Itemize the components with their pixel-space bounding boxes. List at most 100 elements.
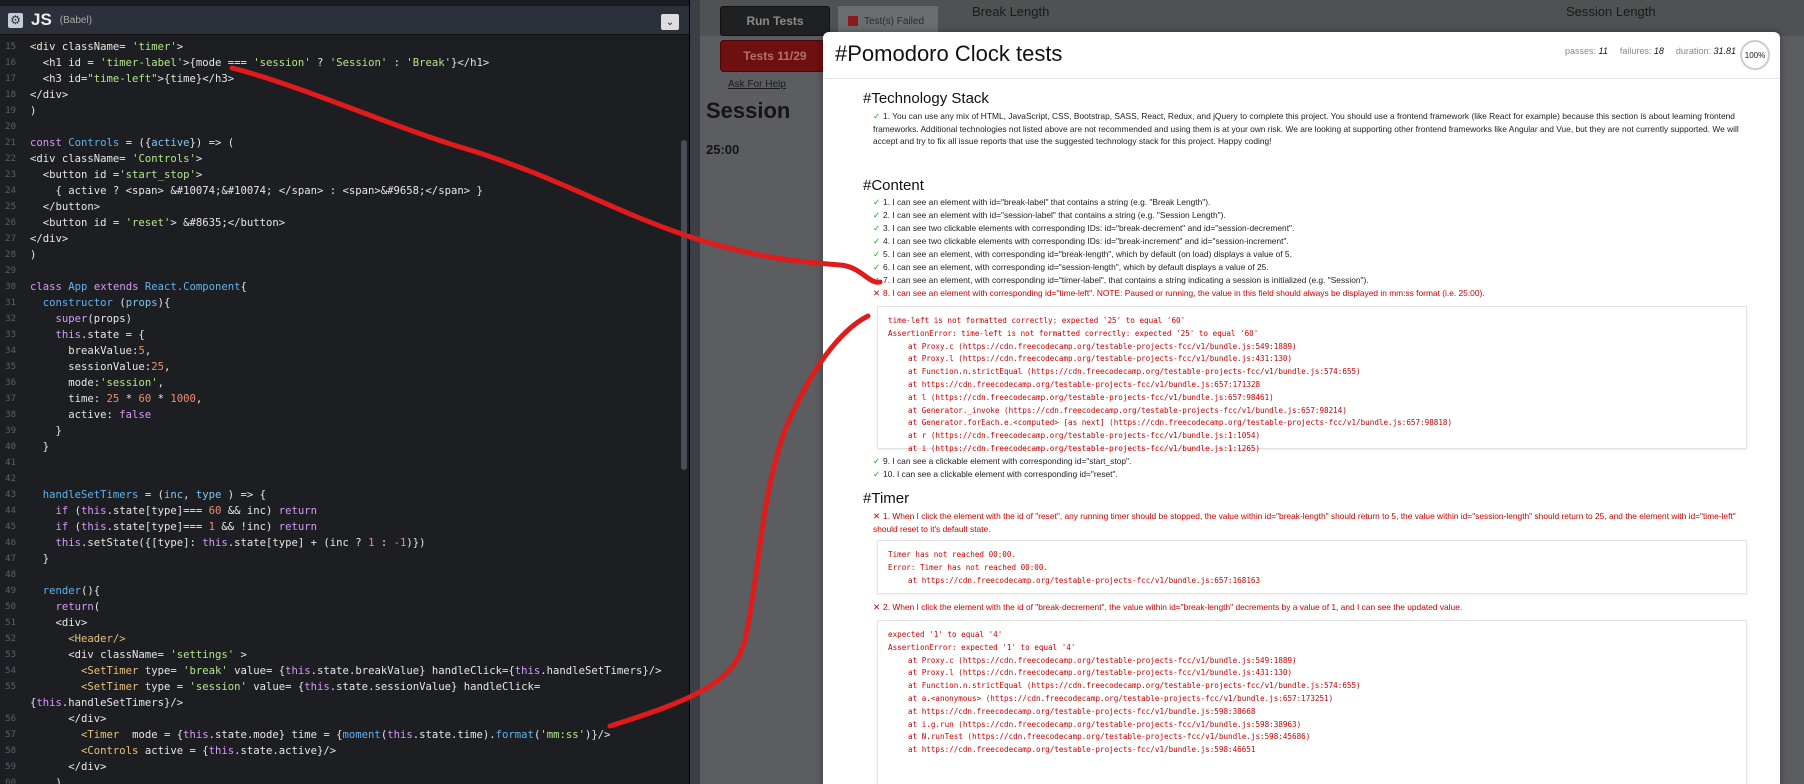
error-line: at https://cdn.freecodecamp.org/testable…: [908, 575, 1261, 585]
error-line: at Generator._invoke (https://cdn.freeco…: [908, 405, 1347, 415]
code-line[interactable]: 40 }: [0, 439, 682, 455]
code-line[interactable]: 17 <h3 id="time-left">{time}</h3>: [0, 71, 682, 87]
code-text: sessionValue:25,: [30, 361, 171, 373]
code-line[interactable]: 33 this.state = {: [0, 327, 682, 343]
test-results-modal[interactable]: #Pomodoro Clock tests passes: 11 failure…: [823, 32, 1780, 784]
code-line[interactable]: 22 <div className= 'Controls'>: [0, 151, 682, 167]
line-number: 41: [5, 458, 16, 468]
code-line[interactable]: 55 <SetTimer type = 'session' value= {th…: [0, 679, 682, 695]
line-number: 52: [5, 634, 16, 644]
code-text: const Controls = ({active}) => (: [30, 137, 235, 149]
code-text: if (this.state[type]=== 1 && !inc) retur…: [55, 521, 318, 533]
code-line[interactable]: 20: [0, 119, 682, 135]
editor-language-title: JS: [31, 10, 52, 29]
line-number: 50: [5, 602, 16, 612]
code-text: <SetTimer type = 'session' value= {this.…: [81, 681, 541, 693]
code-line[interactable]: 27 </div>: [0, 231, 682, 247]
error-line: at N.runTest (https://cdn.freecodecamp.o…: [908, 732, 1311, 742]
duration-stat: duration: 31.81: [1675, 46, 1736, 56]
line-number: 60: [5, 778, 16, 784]
code-line[interactable]: 43 handleSetTimers = (inc, type ) => {: [0, 487, 682, 503]
code-line[interactable]: 21 const Controls = ({active}) => (: [0, 135, 682, 151]
code-line[interactable]: 24 { active ? <span> &#10074;&#10074; </…: [0, 183, 682, 199]
code-line[interactable]: 58 <Controls active = {this.state.active…: [0, 743, 682, 759]
code-line[interactable]: 36 mode:'session',: [0, 375, 682, 391]
code-text: constructor (props){: [42, 297, 171, 309]
line-number: 45: [5, 522, 16, 532]
code-line[interactable]: 31 constructor (props){: [0, 295, 682, 311]
tests-count-button[interactable]: Tests 11/29: [720, 40, 830, 72]
test-item-pass: ✓ 5. I can see an element, with correspon…: [873, 249, 1292, 259]
code-line[interactable]: 45 if (this.state[type]=== 1 && !inc) re…: [0, 519, 682, 535]
modal-header: #Pomodoro Clock tests passes: 11 failure…: [823, 32, 1780, 79]
code-line[interactable]: 51 <div>: [0, 615, 682, 631]
code-line[interactable]: 54 <SetTimer type= 'break' value= {this.…: [0, 663, 682, 679]
gear-icon[interactable]: ⚙: [8, 12, 23, 28]
code-line[interactable]: 38 active: false: [0, 407, 682, 423]
code-line[interactable]: 19): [0, 103, 682, 119]
pane-divider[interactable]: [690, 0, 700, 784]
break-label: Break Length: [972, 4, 1050, 19]
code-line[interactable]: 23 <button id ='start_stop'>: [0, 167, 682, 183]
line-number: 37: [5, 394, 16, 404]
code-line[interactable]: 15 <div className= 'timer'>: [0, 39, 682, 55]
code-line[interactable]: 60 ): [0, 775, 682, 784]
error-line: Error: Timer has not reached 00:00.: [888, 562, 1049, 572]
error-stack-box: expected '1' to equal '4' AssertionError:…: [877, 620, 1747, 784]
line-number: 36: [5, 378, 16, 388]
code-line[interactable]: 53 <div className= 'settings' >: [0, 647, 682, 663]
code-line[interactable]: 52 <Header/>: [0, 631, 682, 647]
code-text: </div>: [30, 713, 107, 725]
error-line: at https://cdn.freecodecamp.org/testable…: [908, 706, 1256, 716]
code-line[interactable]: 30 class App extends React.Component{: [0, 279, 682, 295]
code-line[interactable]: 49 render(){: [0, 583, 682, 599]
line-number: 35: [5, 362, 16, 372]
line-number: 53: [5, 650, 16, 660]
code-line[interactable]: 59 </div>: [0, 759, 682, 775]
code-line[interactable]: 26 <button id = 'reset'> &#8635;</button…: [0, 215, 682, 231]
run-tests-button[interactable]: Run Tests: [720, 6, 830, 36]
modal-title: #Pomodoro Clock tests: [835, 41, 1063, 66]
test-item-pass: ✓ 10. I can see a clickable element with …: [873, 469, 1118, 479]
code-line[interactable]: 57 <Timer mode = {this.state.mode} time …: [0, 727, 682, 743]
code-text: breakValue:5,: [30, 345, 152, 357]
code-line[interactable]: 39 }: [0, 423, 682, 439]
code-line[interactable]: 41: [0, 455, 682, 471]
code-line[interactable]: 16 <h1 id = 'timer-label'>{mode === 'ses…: [0, 55, 682, 71]
line-number: 33: [5, 330, 16, 340]
code-area[interactable]: 15 <div className= 'timer'> 16 <h1 id = 't…: [0, 35, 682, 784]
modal-body[interactable]: #Technology Stack ✓ 1. You can use any mi…: [823, 80, 1780, 784]
line-number: 38: [5, 410, 16, 420]
code-line[interactable]: 32 super(props): [0, 311, 682, 327]
editor-header: ⚙ JS (Babel) ⌄: [0, 0, 689, 35]
code-line[interactable]: 48: [0, 567, 682, 583]
code-line[interactable]: 29: [0, 263, 682, 279]
error-line: at l (https://cdn.freecodecamp.org/testa…: [908, 392, 1274, 402]
code-editor[interactable]: ⚙ JS (Babel) ⌄ 15 <div className= 'timer'…: [0, 0, 690, 784]
error-line: AssertionError: expected '1' to equal '4…: [888, 642, 1076, 652]
code-line[interactable]: 50 return(: [0, 599, 682, 615]
passes-stat: passes: 11: [1564, 46, 1608, 56]
code-line[interactable]: 56 </div>: [0, 711, 682, 727]
code-line[interactable]: 37 time: 25 * 60 * 1000,: [0, 391, 682, 407]
line-number: 24: [5, 186, 16, 196]
code-line[interactable]: 35 sessionValue:25,: [0, 359, 682, 375]
error-line: at https://cdn.freecodecamp.org/testable…: [908, 379, 1261, 389]
code-line[interactable]: 47 }: [0, 551, 682, 567]
code-text: <SetTimer type= 'break' value= {this.sta…: [81, 665, 662, 677]
code-line[interactable]: 18 </div>: [0, 87, 682, 103]
code-line[interactable]: 34 breakValue:5,: [0, 343, 682, 359]
code-text: }: [30, 553, 50, 565]
editor-scrollbar[interactable]: [681, 140, 687, 470]
code-line[interactable]: 46 this.setState({[type]: this.state[typ…: [0, 535, 682, 551]
code-line[interactable]: {this.handleSetTimers}/>: [0, 695, 682, 711]
chevron-down-icon[interactable]: ⌄: [661, 14, 679, 30]
code-line[interactable]: 42: [0, 471, 682, 487]
code-text: return(: [55, 601, 101, 613]
ask-for-help-link[interactable]: Ask For Help: [728, 79, 786, 90]
code-line[interactable]: 25 </button>: [0, 199, 682, 215]
code-line[interactable]: 28): [0, 247, 682, 263]
code-line[interactable]: 44 if (this.state[type]=== 60 && inc) re…: [0, 503, 682, 519]
code-text: }: [30, 425, 62, 437]
